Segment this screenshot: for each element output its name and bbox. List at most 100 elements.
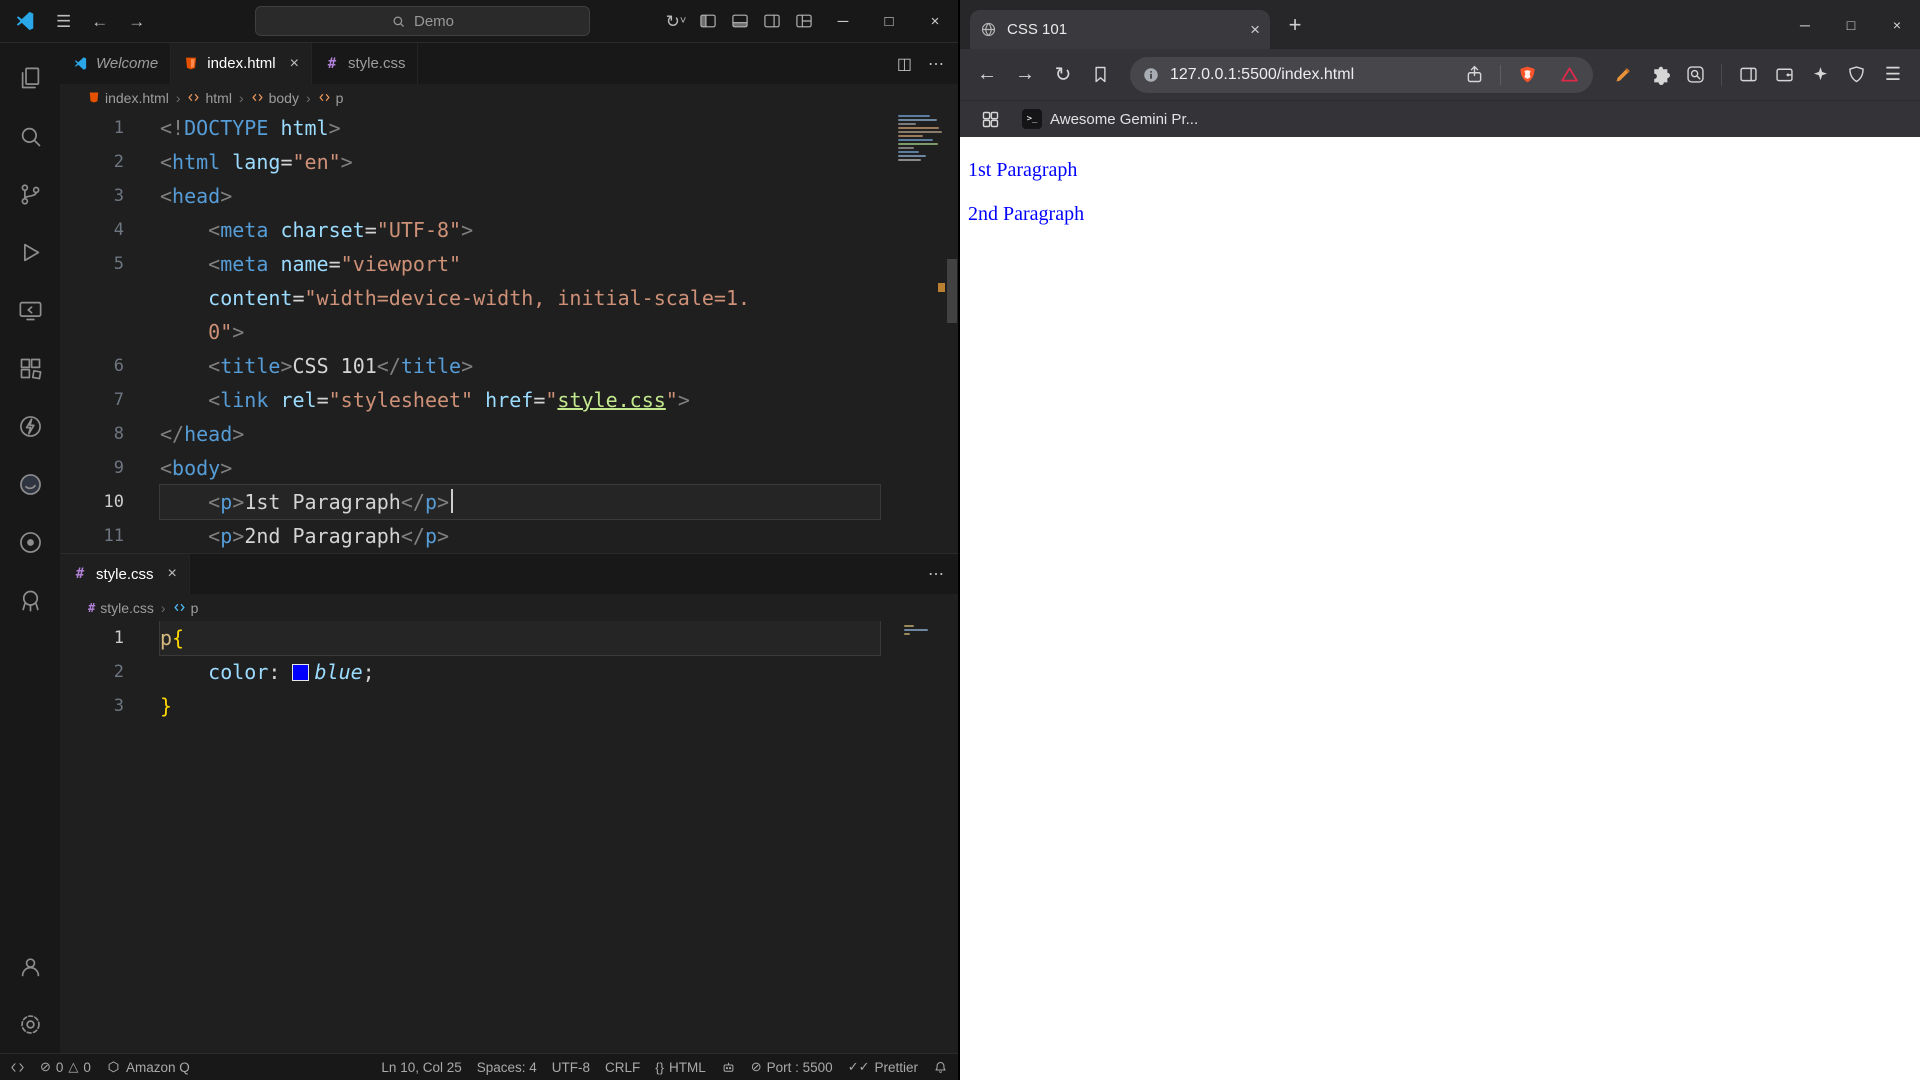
more-actions-icon[interactable]: ⋯ — [928, 54, 944, 74]
browser-tab[interactable]: CSS 101 × — [970, 10, 1270, 49]
line-number[interactable]: 2 — [60, 145, 132, 179]
encoding-button[interactable]: UTF-8 — [552, 1060, 590, 1075]
bookmark-item[interactable]: >_ Awesome Gemini Pr... — [1022, 109, 1198, 129]
line-number[interactable]: 3 — [60, 689, 132, 723]
close-button[interactable]: × — [1874, 0, 1920, 49]
code-line[interactable]: 1 p{ — [60, 621, 958, 655]
accounts-icon[interactable] — [0, 937, 60, 995]
line-number[interactable]: 5 — [60, 247, 132, 281]
code-line[interactable]: 3} — [60, 689, 958, 723]
toggle-panel-icon[interactable] — [724, 0, 756, 43]
pencil-extension-icon[interactable] — [1607, 59, 1639, 91]
copilot-status-button[interactable] — [721, 1060, 736, 1075]
back-arrow-icon[interactable]: ← — [91, 13, 108, 30]
new-tab-button[interactable]: + — [1278, 8, 1312, 42]
url-input[interactable]: 127.0.0.1:5500/index.html — [1170, 66, 1448, 84]
vscode-logo-icon[interactable] — [14, 10, 36, 32]
breadcrumb-item-p[interactable]: p — [318, 90, 344, 106]
copilot-menu-icon[interactable]: ↻˅ — [660, 0, 692, 43]
code-line[interactable]: 8 </head> — [60, 417, 958, 451]
customize-layout-icon[interactable] — [788, 0, 820, 43]
line-number[interactable] — [60, 315, 132, 349]
vpn-shield-icon[interactable] — [1840, 59, 1872, 91]
code-line[interactable]: 7 <link rel="stylesheet" href="style.css… — [60, 383, 958, 417]
sidebar-toggle-icon[interactable] — [1732, 59, 1764, 91]
back-button[interactable]: ← — [970, 58, 1004, 92]
code-line[interactable]: 11 <p>2nd Paragraph</p> — [60, 519, 958, 553]
line-number[interactable]: 6 — [60, 349, 132, 383]
line-number[interactable]: 2 — [60, 655, 132, 689]
site-info-icon[interactable] — [1142, 66, 1160, 84]
code-line[interactable]: 9 <body> — [60, 451, 958, 485]
extensions-icon[interactable] — [0, 339, 60, 397]
brave-rewards-icon[interactable] — [1553, 59, 1585, 91]
live-server-port-button[interactable]: ⊘ Port : 5500 — [751, 1059, 833, 1075]
code-line-content[interactable]: </head> — [160, 417, 880, 451]
toggle-secondary-sidebar-icon[interactable] — [756, 0, 788, 43]
code-line[interactable]: content="width=device-width, initial-sca… — [60, 281, 958, 315]
language-mode-button[interactable]: {} HTML — [655, 1060, 705, 1075]
line-number[interactable]: 10 — [60, 485, 132, 519]
line-number[interactable]: 8 — [60, 417, 132, 451]
search-sidebar-icon[interactable] — [0, 107, 60, 165]
code-line-content[interactable]: <head> — [160, 179, 880, 213]
code-line[interactable]: 4 <meta charset="UTF-8"> — [60, 213, 958, 247]
cursor-position-button[interactable]: Ln 10, Col 25 — [381, 1060, 461, 1075]
menu-icon[interactable]: ☰ — [56, 13, 71, 30]
code-line[interactable]: 6 <title>CSS 101</title> — [60, 349, 958, 383]
code-line[interactable]: 0"> — [60, 315, 958, 349]
line-number[interactable]: 1 — [60, 621, 132, 655]
line-number[interactable]: 3 — [60, 179, 132, 213]
amazon-q-icon[interactable] — [0, 455, 60, 513]
minimize-button[interactable]: ─ — [820, 0, 866, 43]
extension-b-icon[interactable] — [0, 571, 60, 629]
code-line-content[interactable]: <!DOCTYPE html> — [160, 111, 880, 145]
code-line-content[interactable]: <title>CSS 101</title> — [160, 349, 880, 383]
tab-style-css-pane2[interactable]: # style.css × — [60, 554, 190, 594]
code-line-content[interactable]: <body> — [160, 451, 880, 485]
breadcrumb-item-cssfile[interactable]: # style.css — [88, 600, 154, 616]
source-control-icon[interactable] — [0, 165, 60, 223]
editor-scrollbar[interactable] — [947, 259, 957, 323]
html-editor[interactable]: 1<!DOCTYPE html>2 <html lang="en"> 3 <head>… — [60, 111, 958, 553]
line-number[interactable] — [60, 281, 132, 315]
leo-ai-icon[interactable] — [1804, 59, 1836, 91]
reload-button[interactable]: ↻ — [1046, 58, 1080, 92]
code-line-content[interactable]: content="width=device-width, initial-sca… — [160, 281, 880, 315]
apps-grid-icon[interactable] — [974, 103, 1006, 135]
breadcrumb-item-selector-p[interactable]: p — [173, 600, 199, 616]
maximize-button[interactable]: □ — [1828, 0, 1874, 49]
formatter-button[interactable]: ✓✓ Prettier — [848, 1059, 918, 1075]
code-line[interactable]: 2 color: blue; — [60, 655, 958, 689]
code-line-content[interactable]: <p>2nd Paragraph</p> — [160, 519, 880, 553]
tab-style-css[interactable]: # style.css — [312, 43, 419, 84]
line-number[interactable]: 11 — [60, 519, 132, 553]
minimap-2[interactable] — [904, 625, 944, 635]
close-tab-icon[interactable]: × — [168, 565, 177, 583]
line-number[interactable]: 9 — [60, 451, 132, 485]
eol-button[interactable]: CRLF — [605, 1060, 640, 1075]
code-line[interactable]: 3 <head> — [60, 179, 958, 213]
code-line-content[interactable]: <meta charset="UTF-8"> — [160, 213, 880, 247]
breadcrumb-item-html[interactable]: html — [187, 90, 231, 106]
command-center-search[interactable]: Demo — [255, 6, 590, 36]
breadcrumb-item-file[interactable]: index.html — [88, 90, 169, 106]
extensions-puzzle-icon[interactable] — [1643, 59, 1675, 91]
brave-shields-icon[interactable] — [1511, 59, 1543, 91]
code-line[interactable]: 10 <p>1st Paragraph</p> — [60, 485, 958, 519]
code-line-content[interactable]: } — [160, 689, 880, 723]
close-tab-icon[interactable]: × — [290, 55, 299, 73]
tab-welcome[interactable]: Welcome — [60, 43, 171, 84]
minimap[interactable] — [898, 115, 944, 161]
browser-menu-icon[interactable]: ☰ — [1876, 58, 1910, 92]
line-number[interactable]: 4 — [60, 213, 132, 247]
breadcrumb-item-body[interactable]: body — [251, 90, 299, 106]
code-line[interactable]: 1<!DOCTYPE html> — [60, 111, 958, 145]
code-line-content[interactable]: <html lang="en"> — [160, 145, 880, 179]
indentation-button[interactable]: Spaces: 4 — [477, 1060, 537, 1075]
code-line-content[interactable]: p{ — [160, 621, 880, 655]
code-line-content[interactable]: color: blue; — [160, 655, 880, 689]
tab-index-html[interactable]: index.html × — [171, 43, 312, 84]
thunder-client-icon[interactable] — [0, 397, 60, 455]
amazon-q-button[interactable]: Amazon Q — [106, 1060, 190, 1075]
